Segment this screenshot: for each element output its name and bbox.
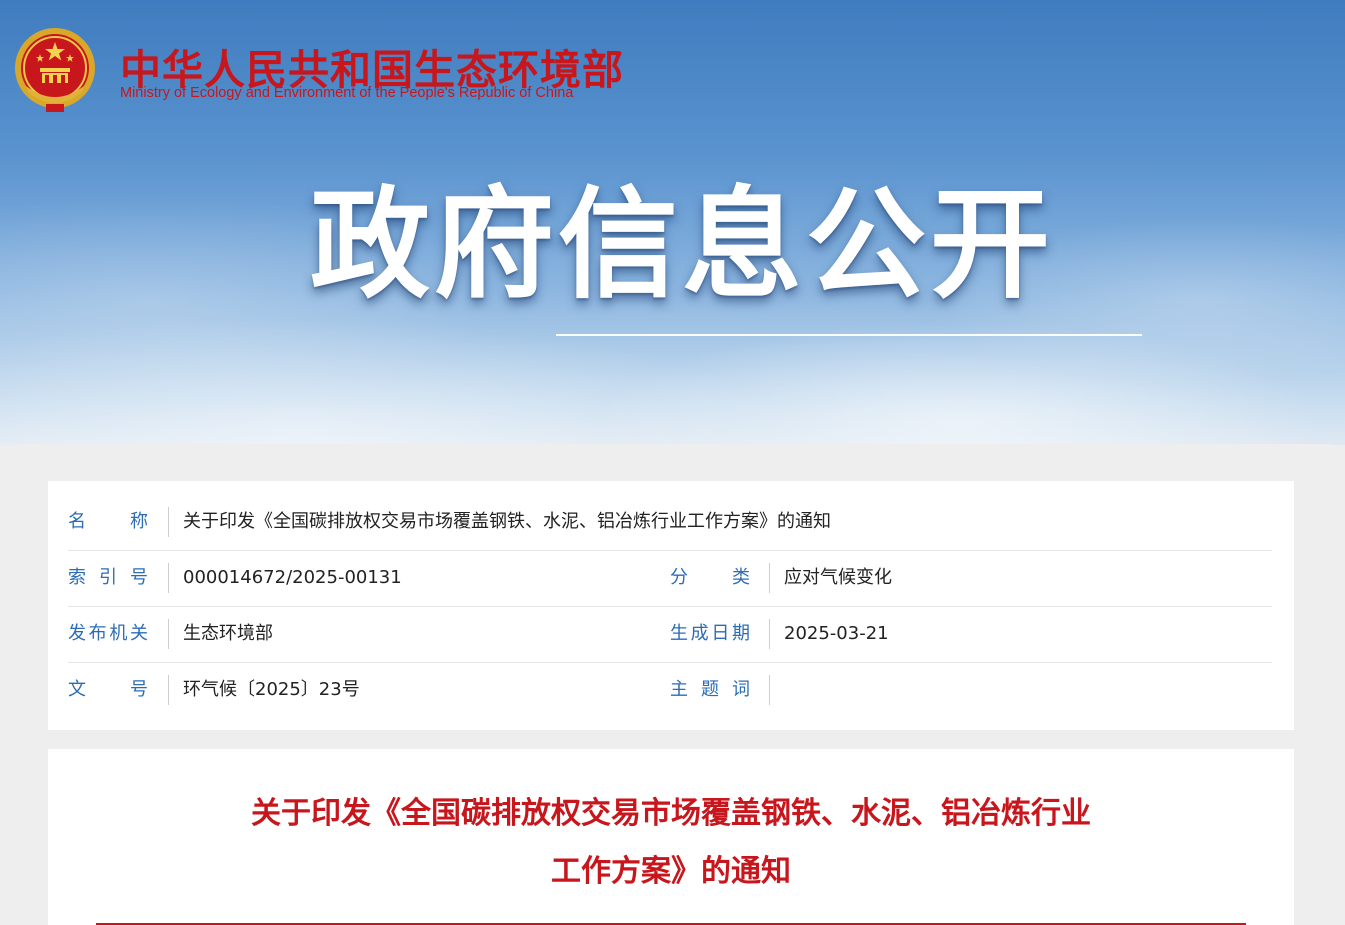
- value-date: 2025-03-21: [784, 623, 889, 644]
- value-doc-number: 环气候〔2025〕23号: [183, 679, 360, 700]
- value-index: 000014672/2025-00131: [183, 567, 402, 588]
- meta-row-index: 索 引 号 000014672/2025-00131 分 类 应对气候变化: [68, 550, 1272, 607]
- banner-title: 政府信息公开: [310, 176, 1054, 315]
- label-index: 索 引 号: [68, 567, 148, 588]
- meta-row-name: 名 称 关于印发《全国碳排放权交易市场覆盖钢铁、水泥、铝冶炼行业工作方案》的通知: [68, 494, 1272, 551]
- divider: [769, 563, 770, 593]
- meta-row-docno: 文 号 环气候〔2025〕23号 主 题 词: [68, 662, 1272, 718]
- label-keywords: 主 题 词: [670, 679, 750, 700]
- org-name-en[interactable]: Ministry of Ecology and Environment of t…: [120, 85, 573, 101]
- article-title-line1: 关于印发《全国碳排放权交易市场覆盖钢铁、水泥、铝冶炼行业: [251, 796, 1091, 831]
- label-issuer: 发布机关: [68, 623, 148, 644]
- banner-underline: [556, 334, 1142, 336]
- document-metadata-table: 名 称 关于印发《全国碳排放权交易市场覆盖钢铁、水泥、铝冶炼行业工作方案》的通知…: [48, 481, 1294, 730]
- label-name: 名 称: [68, 511, 148, 532]
- label-category: 分 类: [670, 567, 750, 588]
- hero-banner: 中华人民共和国生态环境部 Ministry of Ecology and Env…: [0, 0, 1345, 445]
- value-name: 关于印发《全国碳排放权交易市场覆盖钢铁、水泥、铝冶炼行业工作方案》的通知: [183, 511, 831, 532]
- divider: [168, 507, 169, 537]
- national-emblem-icon[interactable]: [12, 26, 98, 116]
- meta-row-issuer: 发布机关 生态环境部 生成日期 2025-03-21: [68, 606, 1272, 663]
- article-title-line2: 工作方案》的通知: [551, 854, 791, 889]
- divider: [168, 619, 169, 649]
- value-category: 应对气候变化: [784, 567, 892, 588]
- divider: [168, 563, 169, 593]
- divider: [168, 675, 169, 705]
- article-title: 关于印发《全国碳排放权交易市场覆盖钢铁、水泥、铝冶炼行业 工作方案》的通知: [48, 785, 1294, 901]
- divider: [769, 675, 770, 705]
- divider: [769, 619, 770, 649]
- label-date: 生成日期: [670, 623, 750, 644]
- label-doc-number: 文 号: [68, 679, 148, 700]
- article-panel: 关于印发《全国碳排放权交易市场覆盖钢铁、水泥、铝冶炼行业 工作方案》的通知: [48, 749, 1294, 925]
- value-issuer: 生态环境部: [183, 623, 273, 644]
